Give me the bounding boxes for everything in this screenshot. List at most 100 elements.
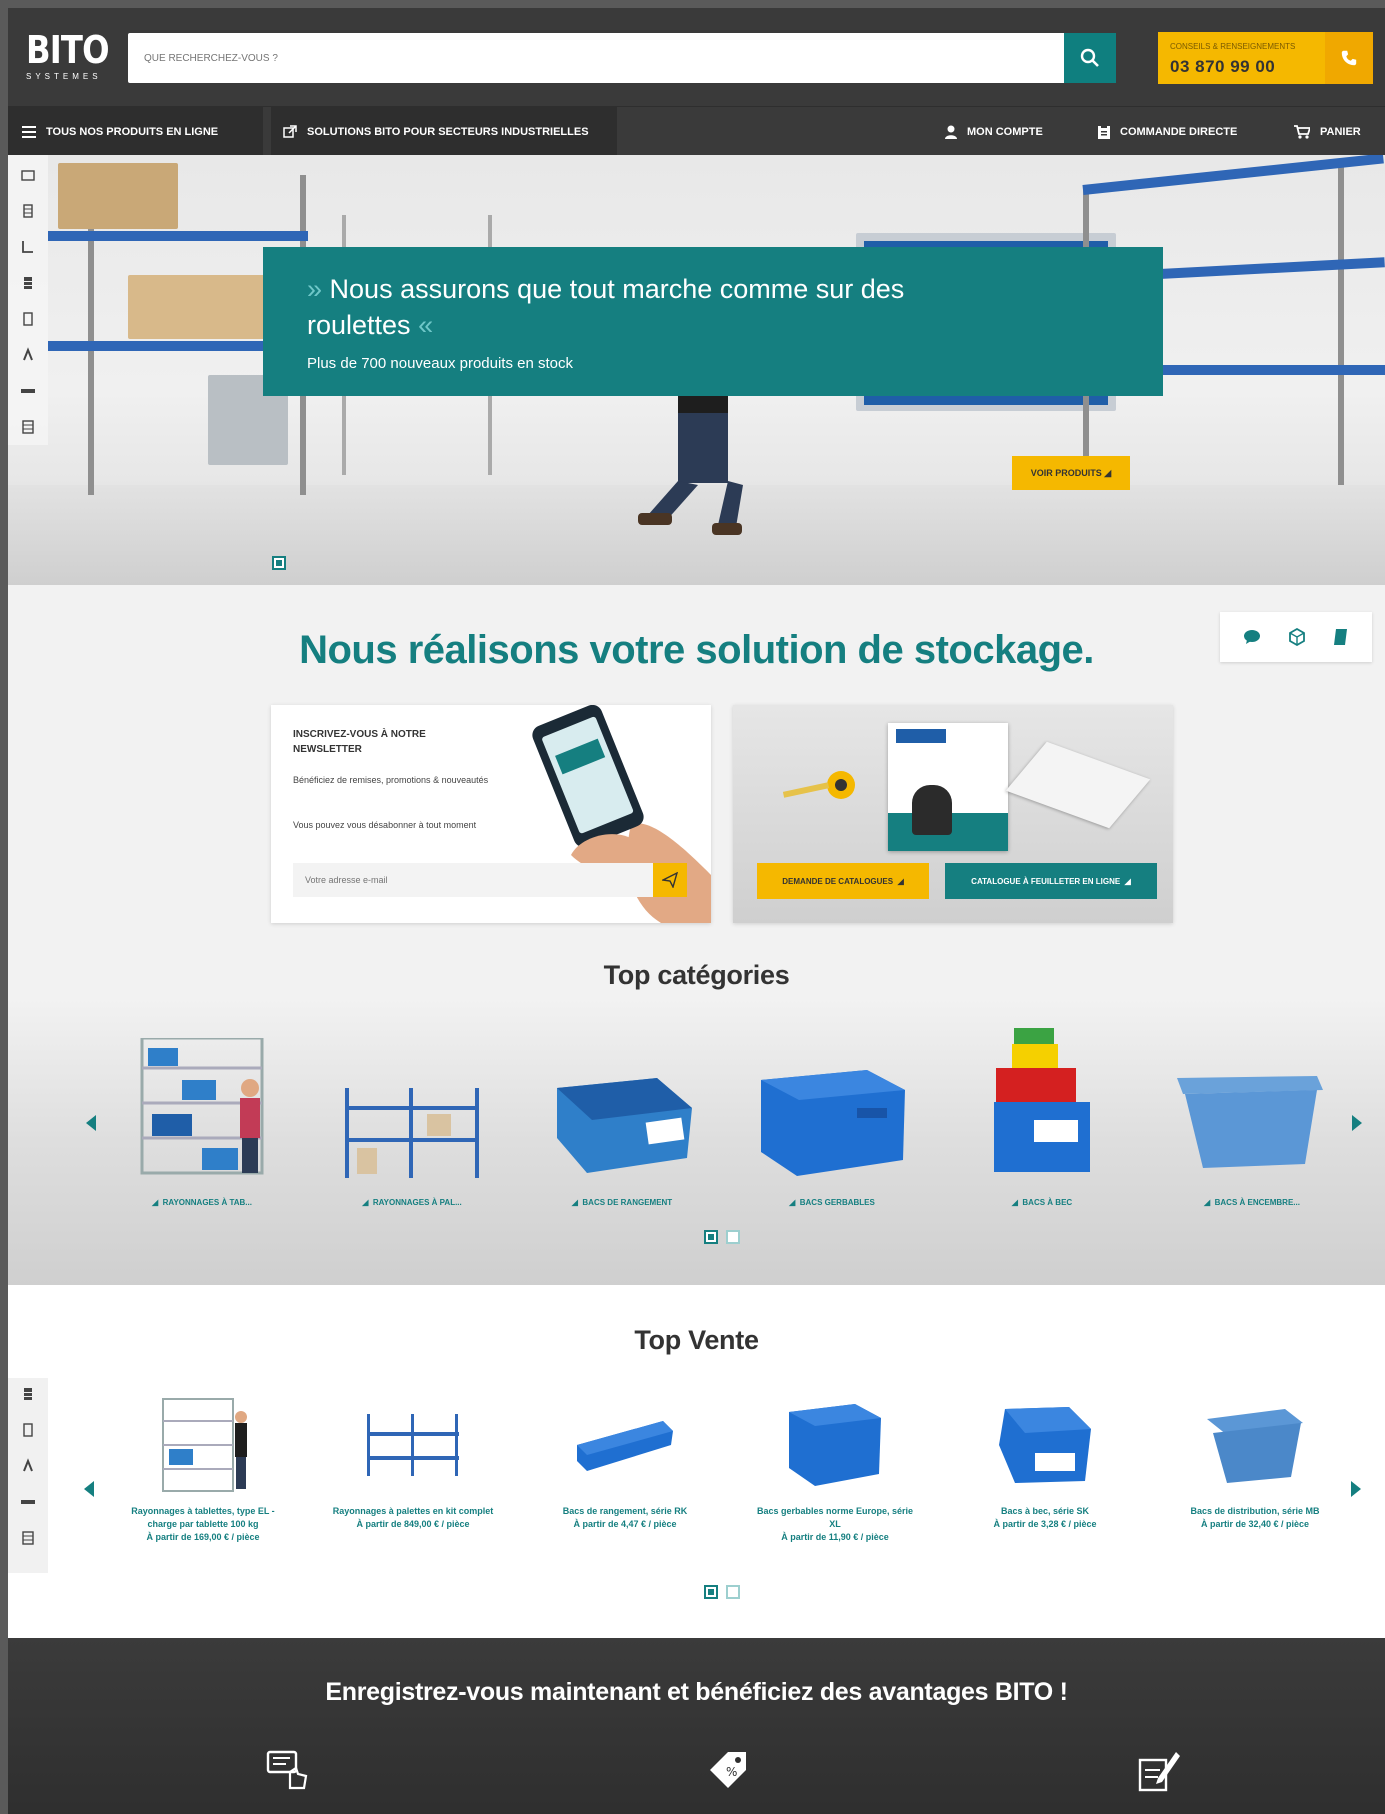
product-name: Rayonnages à tablettes, type EL - charge… — [131, 1506, 275, 1542]
hero-title-text: Nous assurons que tout marche comme sur … — [307, 274, 905, 340]
register-title: Enregistrez-vous maintenant et bénéficie… — [325, 1678, 1068, 1706]
product-image — [118, 1395, 288, 1495]
category-label: ◢ BACS DE RANGEMENT — [571, 1198, 673, 1207]
search-button[interactable] — [1064, 33, 1116, 83]
request-catalogue-button[interactable]: DEMANDE DE CATALOGUES ◢ — [757, 863, 929, 899]
product-price: À partir de 32,40 € / pièce — [1200, 1519, 1310, 1529]
sales-carousel-dots — [704, 1585, 740, 1599]
product-card[interactable]: Bacs de rangement, série RK À partir de 4… — [540, 1395, 710, 1555]
sales-next-arrow[interactable] — [1351, 1481, 1361, 1497]
category-card[interactable]: ◢ BACS DE RANGEMENT — [542, 1038, 702, 1208]
stack-icon[interactable] — [20, 275, 36, 291]
nav-all-products[interactable]: TOUS NOS PRODUITS EN LIGNE — [8, 107, 263, 156]
cart-icon — [1294, 124, 1310, 139]
register-section: Enregistrez-vous maintenant et bénéficie… — [8, 1638, 1385, 1814]
logo[interactable]: BITO SYSTEMES — [26, 30, 118, 88]
product-name: Bacs gerbables norme Europe, série XL À p… — [756, 1506, 914, 1542]
nav-account[interactable]: MON COMPTE — [945, 107, 1043, 156]
newsletter-submit-button[interactable] — [653, 863, 687, 897]
category-card[interactable]: ◢ BACS À ENCEMBRE... — [1172, 1038, 1332, 1208]
product-card[interactable]: Rayonnages à tablettes, type EL - charge… — [118, 1395, 288, 1555]
sales-prev-arrow[interactable] — [84, 1481, 94, 1497]
newsletter-email-field — [293, 863, 661, 897]
phone-button[interactable] — [1325, 32, 1373, 84]
product-card[interactable]: Bacs gerbables norme Europe, série XL À p… — [750, 1395, 920, 1555]
category-image — [962, 1028, 1122, 1178]
angle-icon[interactable] — [20, 239, 36, 255]
category-card[interactable]: ◢ BACS GERBABLES — [752, 1038, 912, 1208]
carousel-dot-active[interactable] — [704, 1585, 718, 1599]
hero-subtitle: Plus de 700 nouveaux produits en stock — [307, 355, 574, 372]
nav-cart[interactable]: PANIER — [1294, 107, 1361, 156]
newsletter-heading: INSCRIVEZ-VOUS À NOTRE NEWSLETTER — [293, 729, 426, 755]
category-card[interactable]: ◢ RAYONNAGES À PAL... — [332, 1038, 492, 1208]
category-image — [122, 1038, 282, 1178]
top-categories-carousel: ◢ RAYONNAGES À TAB... ◢ RAYONNAGES À PAL… — [8, 998, 1385, 1285]
logo-subtext: SYSTEMES — [26, 72, 102, 81]
phone-icon — [1341, 50, 1357, 66]
contact-label: CONSEILS & RENSEIGNEMENTS — [1170, 42, 1296, 51]
carousel-prev-arrow[interactable] — [86, 1115, 96, 1131]
search-icon — [1080, 48, 1099, 67]
carousel-dot[interactable] — [726, 1230, 740, 1244]
door-icon[interactable] — [20, 1422, 36, 1438]
category-label: ◢ BACS À BEC — [1011, 1198, 1073, 1207]
product-price: À partir de 11,90 € / pièce — [781, 1532, 889, 1542]
hero-title: » Nous assurons que tout marche comme su… — [307, 271, 947, 343]
page: BITO SYSTEMES CONSEILS & RENSEIGNEMENTS … — [8, 8, 1385, 1814]
newsletter-text-benefits: Bénéficiez de remises, promotions & nouv… — [293, 775, 489, 785]
view-products-label: VOIR PRODUITS — [1030, 468, 1102, 478]
conveyor-icon[interactable] — [20, 383, 36, 399]
edit-icon[interactable] — [1134, 1746, 1182, 1794]
category-image — [332, 1038, 492, 1178]
category-label: ◢ RAYONNAGES À TAB... — [152, 1198, 252, 1207]
contact-box[interactable]: CONSEILS & RENSEIGNEMENTS 03 870 99 00 — [1158, 32, 1373, 84]
category-card[interactable]: ◢ BACS À BEC — [962, 1028, 1122, 1208]
nav-solutions[interactable]: SOLUTIONS BITO POUR SECTEURS INDUSTRIELL… — [271, 107, 617, 156]
product-card[interactable]: Bacs à bec, série SK À partir de 3,28 € /… — [960, 1395, 1130, 1555]
category-card[interactable]: ◢ RAYONNAGES À TAB... — [122, 1038, 282, 1208]
tag-icon[interactable]: % — [704, 1746, 752, 1794]
folder-icon[interactable] — [20, 167, 36, 183]
carousel-dot[interactable] — [726, 1585, 740, 1599]
category-label: ◢ BACS À ENCEMBRE... — [1204, 1198, 1300, 1207]
rack-post — [1338, 165, 1344, 485]
top-categories-title: Top catégories — [603, 960, 790, 990]
category-sidebar-sticky — [8, 1378, 48, 1573]
conveyor-icon[interactable] — [20, 1494, 36, 1510]
hero-slide-dot[interactable] — [272, 556, 286, 570]
external-link-icon — [283, 124, 297, 139]
flip-catalogue-button[interactable]: CATALOGUE À FEUILLETER EN LIGNE ◢ — [945, 863, 1157, 899]
trolley-icon[interactable] — [20, 347, 36, 363]
rack-icon[interactable] — [20, 419, 36, 435]
product-card[interactable]: Bacs de distribution, série MB À partir d… — [1170, 1395, 1340, 1555]
hand-click-icon[interactable] — [264, 1746, 312, 1794]
product-name: Bacs de rangement, série RK À partir de 4… — [562, 1506, 688, 1529]
shelf-icon[interactable] — [20, 203, 36, 219]
nav-direct-order[interactable]: COMMANDE DIRECTE — [1098, 107, 1237, 156]
nav-cart-label: PANIER — [1320, 125, 1361, 138]
stack-icon[interactable] — [20, 1386, 36, 1402]
product-image — [1170, 1395, 1340, 1495]
triangle-icon: ◢ — [897, 876, 904, 886]
product-name: Bacs à bec, série SK À partir de 3,28 € /… — [993, 1506, 1097, 1529]
clipboard-icon — [1098, 124, 1110, 139]
product-card[interactable]: Rayonnages à palettes en kit complet À pa… — [328, 1395, 498, 1555]
contact-phone: 03 870 99 00 — [1170, 57, 1276, 76]
category-carousel-dots — [704, 1230, 740, 1244]
search-input[interactable] — [128, 33, 1072, 83]
rack-icon[interactable] — [20, 1530, 36, 1546]
catalog-card: DEMANDE DE CATALOGUES ◢ CATALOGUE À FEUI… — [733, 705, 1173, 923]
door-icon[interactable] — [20, 311, 36, 327]
category-image — [542, 1038, 702, 1178]
hero-carton — [58, 163, 178, 229]
product-image — [540, 1395, 710, 1495]
view-products-button[interactable]: VOIR PRODUITS ◢ — [1012, 456, 1130, 490]
carousel-dot-active[interactable] — [704, 1230, 718, 1244]
trolley-icon[interactable] — [20, 1458, 36, 1474]
category-image — [1172, 1038, 1332, 1178]
triangle-icon: ◢ — [1104, 467, 1112, 478]
carousel-next-arrow[interactable] — [1352, 1115, 1362, 1131]
product-price: À partir de 3,28 € / pièce — [993, 1519, 1097, 1529]
newsletter-email-input[interactable] — [293, 863, 661, 897]
